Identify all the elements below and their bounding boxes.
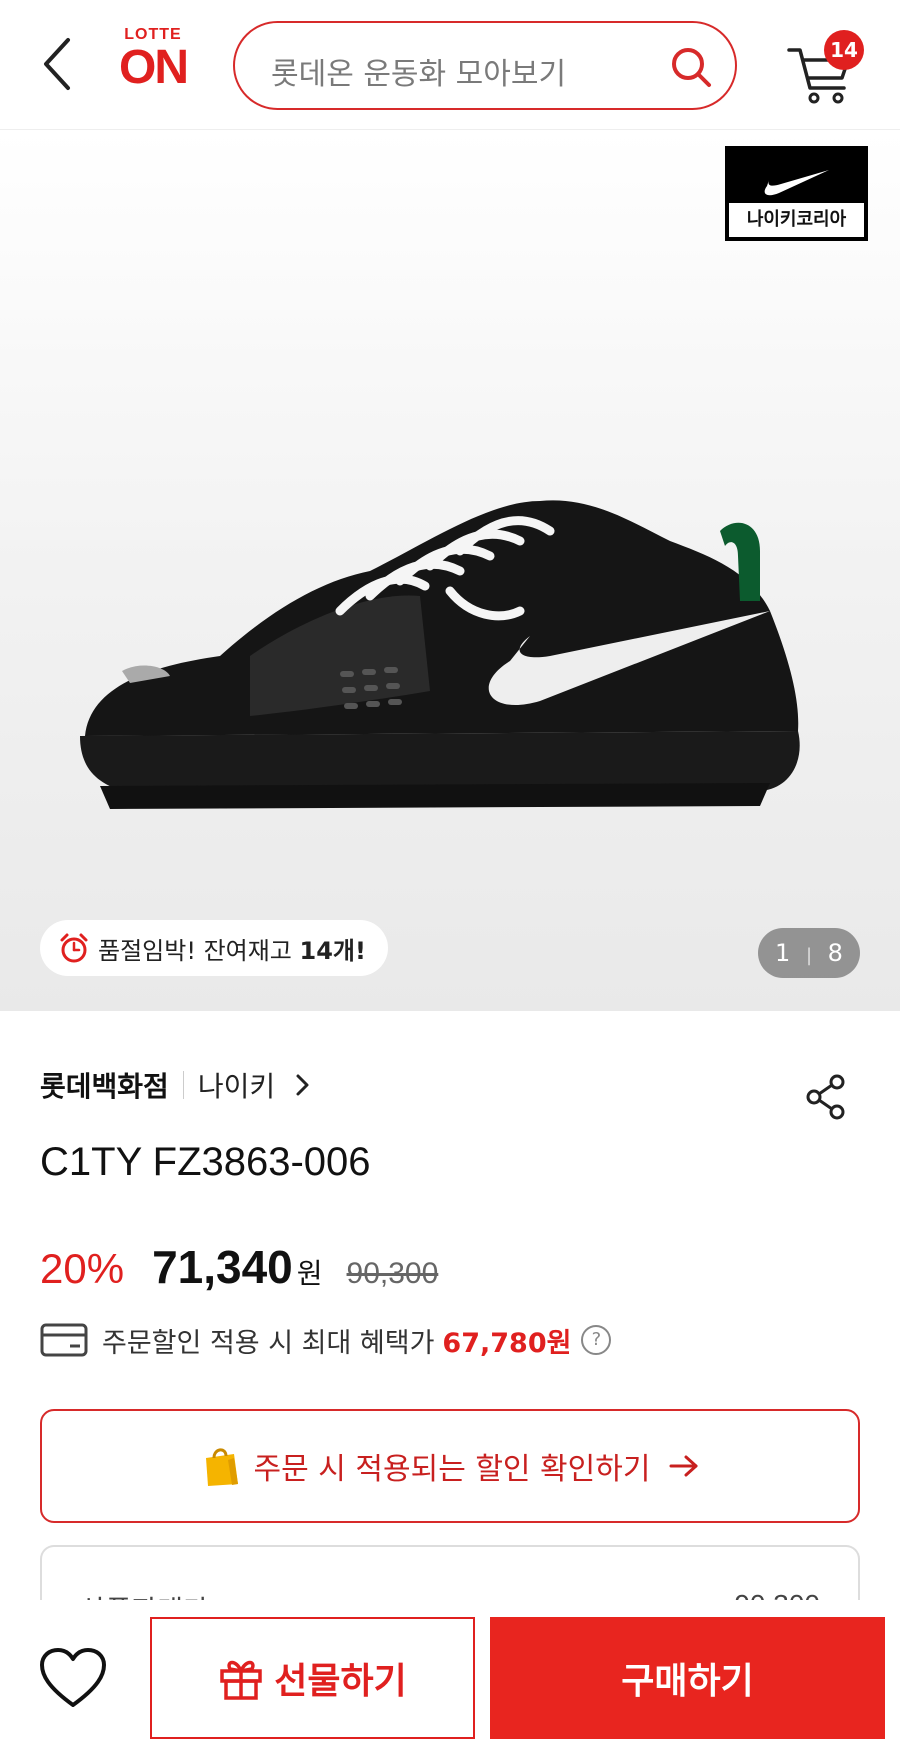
divider (182, 1071, 184, 1099)
back-button[interactable] (38, 34, 78, 94)
buy-button[interactable]: 구매하기 (490, 1617, 885, 1739)
lotte-on-logo[interactable]: LOTTE ON (112, 26, 194, 98)
brand-name: 나이키 (197, 1070, 276, 1103)
search-placeholder: 롯데온 운동화 모아보기 (271, 57, 567, 92)
check-discount-button[interactable]: 주문 시 적용되는 할인 확인하기 (40, 1409, 860, 1523)
share-button[interactable] (804, 1073, 848, 1121)
low-stock-notice: 품절임박! 잔여재고 14개! (40, 920, 388, 976)
chevron-left-icon (44, 38, 70, 90)
image-pager: 1 | 8 (758, 928, 860, 978)
help-icon[interactable]: ? (581, 1325, 612, 1355)
check-discount-label: 주문 시 적용되는 할인 확인하기 (253, 1452, 651, 1487)
top-app-bar: LOTTE ON 롯데온 운동화 모아보기 14 (0, 0, 900, 130)
sneaker-image (80, 500, 800, 809)
gift-icon (220, 1660, 262, 1700)
credit-card-icon (40, 1323, 88, 1357)
search-icon[interactable] (669, 45, 713, 89)
share-icon (806, 1074, 845, 1120)
nike-korea-badge: 나이키코리아 (725, 146, 868, 241)
shopping-bag-icon (205, 1448, 238, 1486)
nike-swoosh-icon (764, 170, 829, 196)
heart-icon (40, 1648, 106, 1707)
gift-label: 선물하기 (274, 1661, 407, 1702)
benefit-amount: 67,780원 (442, 1327, 572, 1359)
brand-badge-label: 나이키코리아 (727, 201, 866, 239)
buy-label: 구매하기 (621, 1661, 754, 1702)
benefit-text: 주문할인 적용 시 최대 혜택가 (102, 1327, 435, 1359)
search-bar[interactable]: 롯데온 운동화 모아보기 (233, 21, 737, 110)
product-image-carousel[interactable]: 나이키코리아 품절임박! 잔여재고 14개! 1 | 8 (0, 131, 900, 1011)
alarm-clock-icon (60, 933, 88, 963)
bottom-action-bar: 선물하기 구매하기 (0, 1600, 900, 1755)
stock-text: 품절임박! 잔여재고 (98, 936, 292, 965)
chevron-right-icon (296, 1074, 309, 1096)
store-name: 롯데백화점 (40, 1070, 169, 1103)
currency-unit: 원 (296, 1257, 323, 1290)
cart-button[interactable]: 14 (786, 30, 876, 105)
pager-divider: | (805, 945, 813, 966)
arrow-right-icon (669, 1455, 698, 1477)
price-row: 20% 71,340 원 90,300 (40, 1240, 438, 1300)
stock-notice-text: 품절임박! 잔여재고 14개! (98, 931, 366, 966)
wishlist-button[interactable] (38, 1647, 108, 1711)
max-benefit-row: 주문할인 적용 시 최대 혜택가 67,780원 ? (40, 1320, 612, 1360)
pager-current: 1 (775, 939, 791, 967)
stock-count: 14개! (299, 936, 366, 965)
pager-total: 8 (827, 939, 843, 967)
cart-count-badge: 14 (824, 30, 864, 70)
sale-price: 71,340 (152, 1241, 293, 1293)
seller-brand-link[interactable]: 롯데백화점 나이키 (40, 1065, 313, 1105)
product-title: C1TY FZ3863-006 (40, 1140, 371, 1184)
logo-main-text: ON (119, 41, 189, 94)
gift-button[interactable]: 선물하기 (150, 1617, 475, 1739)
original-price: 90,300 (346, 1257, 439, 1290)
discount-rate: 20% (40, 1245, 125, 1292)
